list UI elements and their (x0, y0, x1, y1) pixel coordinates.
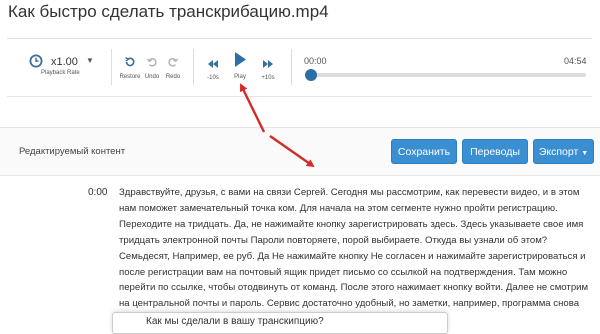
editor-heading: Редактируемый контент (19, 146, 126, 157)
redo-icon (168, 57, 179, 67)
playback-rate-value[interactable]: x1.00 (51, 56, 78, 68)
divider (193, 49, 194, 85)
redo-button[interactable]: Redo (162, 55, 184, 80)
transcript-text[interactable]: Здравствуйте, друзья, с вами на связи Се… (119, 185, 591, 328)
restore-button[interactable]: Restore (117, 55, 143, 80)
total-time: 04:54 (564, 56, 587, 66)
feedback-question: Как мы сделали в вашу транскипцию? (146, 316, 324, 327)
rewind-button[interactable]: -10s (203, 56, 223, 81)
forward-button[interactable]: +10s (257, 56, 279, 81)
divider (291, 49, 292, 85)
feedback-popup[interactable]: Как мы сделали в вашу транскипцию? (112, 312, 448, 334)
undo-icon (146, 57, 157, 67)
play-label: Play (234, 74, 246, 80)
chevron-down-icon: ▼ (581, 150, 589, 157)
media-player: x1.00 ▼ Playback Rate Restore Undo Redo … (7, 38, 592, 97)
progress-track[interactable] (310, 73, 586, 77)
segment-timestamp[interactable]: 0:00 (88, 187, 107, 198)
playback-rate-label: Playback Rate (41, 70, 80, 76)
editor-header: Редактируемый контент Сохранить Переводы… (0, 128, 600, 176)
export-label: Экспорт (538, 146, 579, 158)
play-icon (235, 52, 246, 67)
page-title: Как быстро сделать транскрибацию.mp4 (8, 2, 329, 21)
progress-handle[interactable] (305, 69, 317, 81)
save-button[interactable]: Сохранить (391, 139, 457, 164)
undo-label: Undo (144, 74, 160, 80)
translations-button[interactable]: Переводы (462, 139, 528, 164)
rewind-label: -10s (207, 75, 219, 81)
current-time: 00:00 (304, 56, 327, 66)
forward-label: +10s (261, 75, 275, 81)
editor-panel: Редактируемый контент Сохранить Переводы… (0, 127, 600, 327)
chevron-down-icon[interactable]: ▼ (86, 56, 94, 65)
undo-button[interactable]: Undo (141, 55, 163, 80)
redo-label: Redo (165, 74, 181, 80)
restore-label: Restore (119, 74, 141, 80)
clock-icon[interactable] (29, 54, 43, 68)
fast-forward-icon (263, 60, 273, 68)
restore-icon (125, 56, 135, 67)
rewind-icon (208, 60, 218, 68)
divider (111, 49, 112, 85)
export-button[interactable]: Экспорт ▼ (533, 139, 594, 164)
play-button[interactable]: Play (229, 51, 251, 80)
